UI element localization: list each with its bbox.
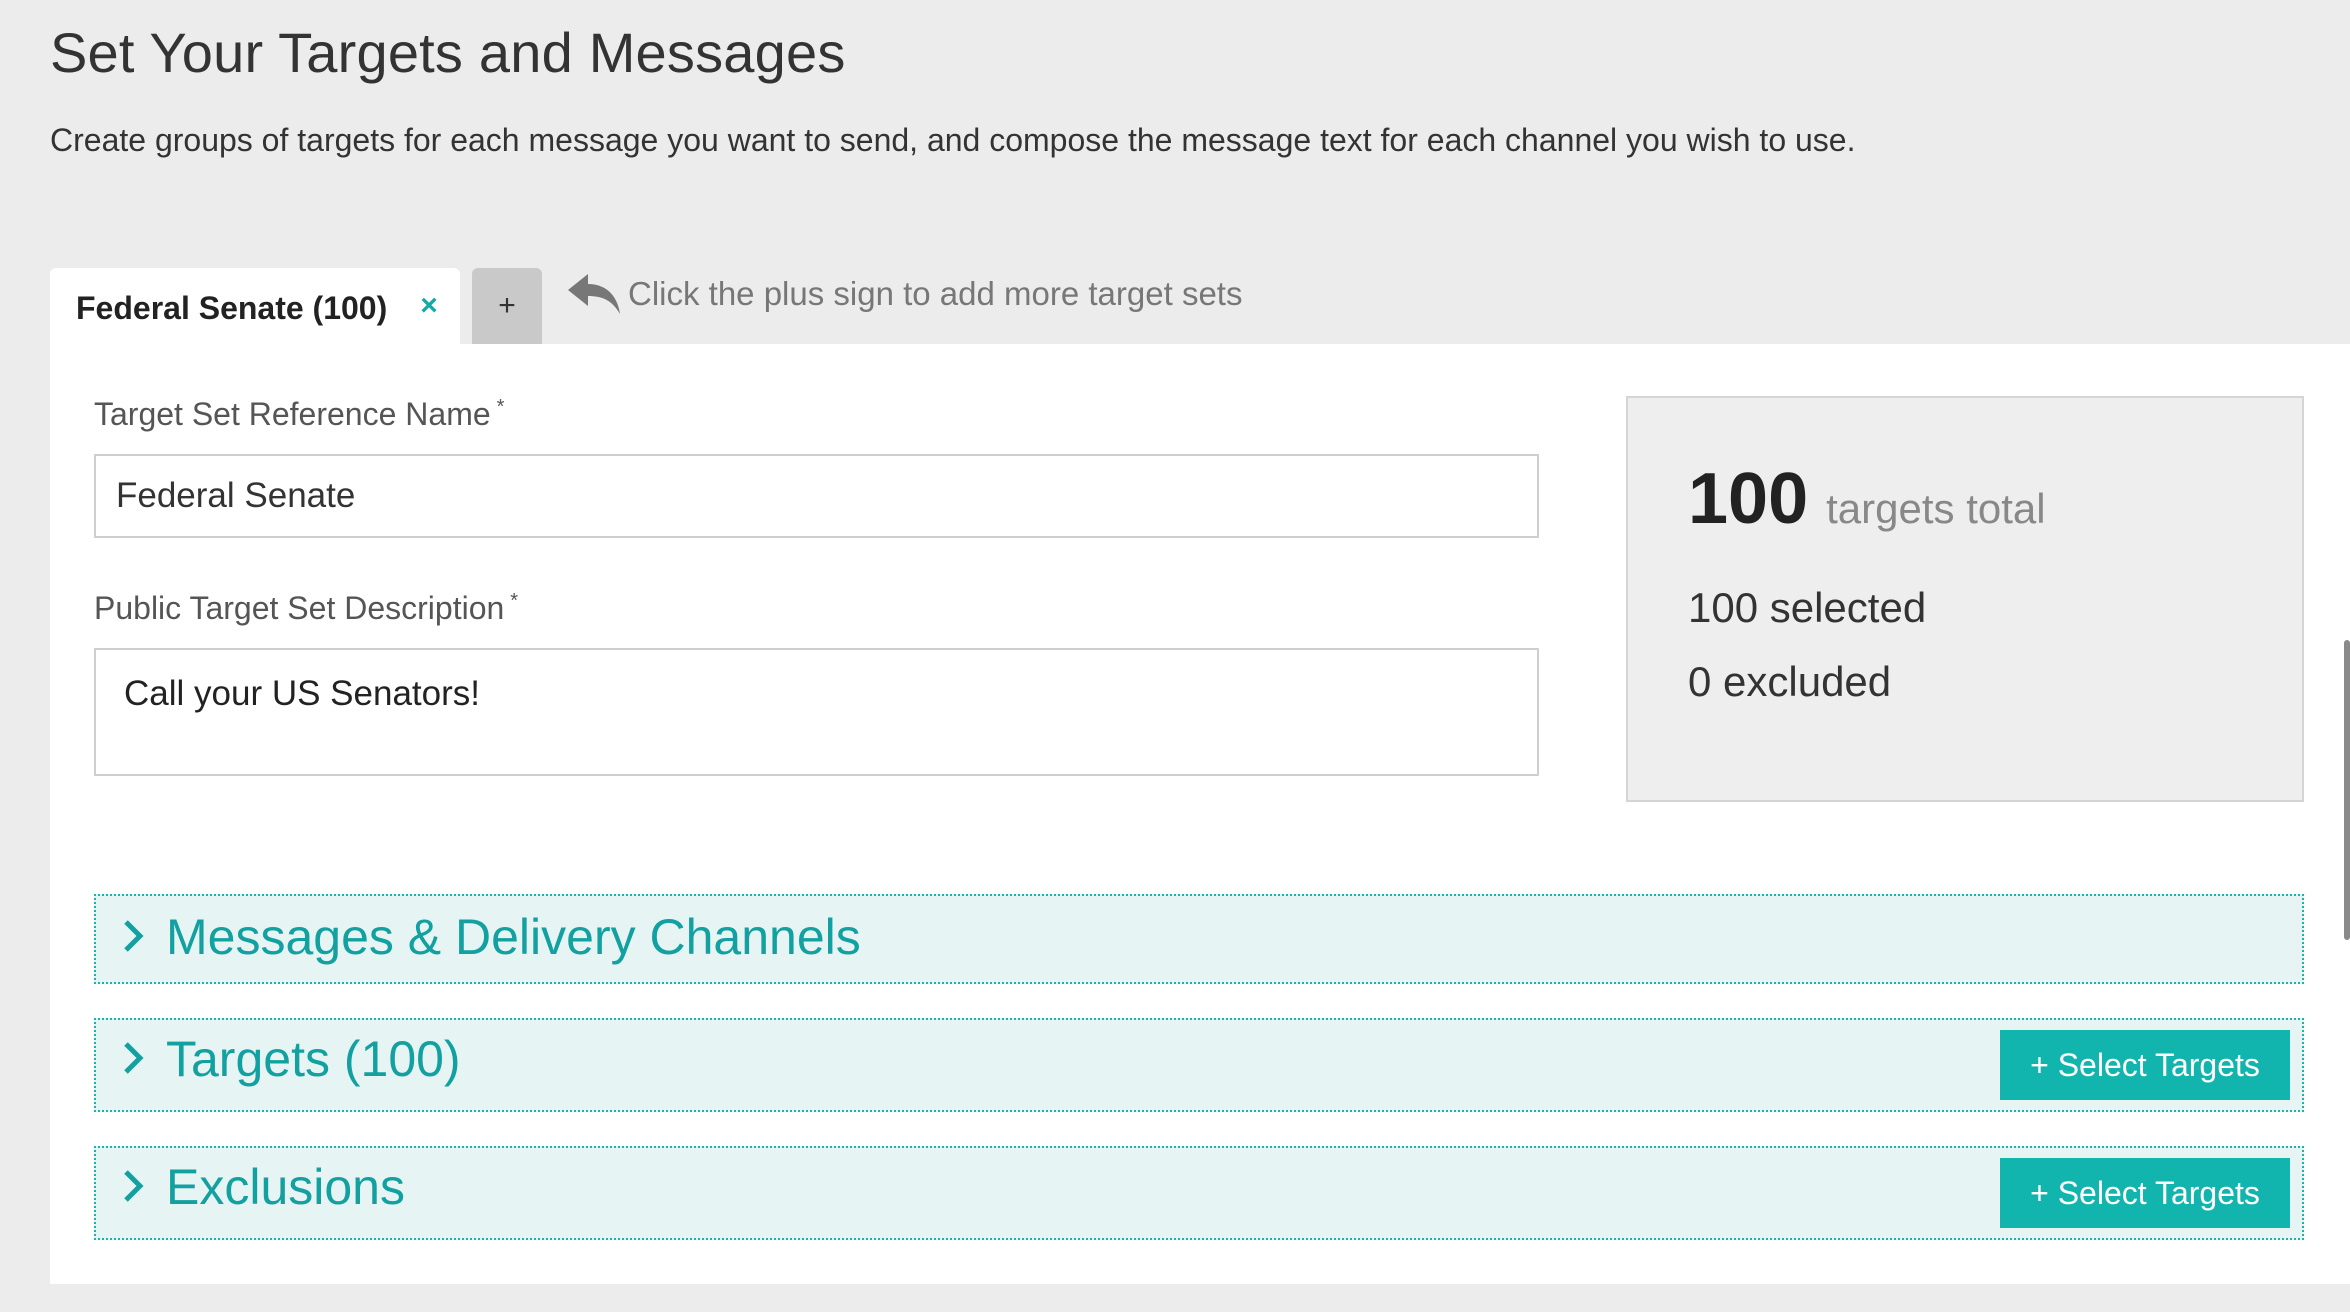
section-messages-delivery[interactable]: Messages & Delivery Channels	[94, 894, 2304, 984]
reference-name-input[interactable]: Federal Senate	[94, 454, 1539, 538]
section-title: Targets (100)	[166, 1031, 461, 1087]
page-title: Set Your Targets and Messages	[50, 21, 846, 84]
plus-icon: +	[498, 289, 516, 322]
section-exclusions[interactable]: Exclusions + Select Targets	[94, 1146, 2304, 1240]
description-value: Call your US Senators!	[124, 674, 480, 713]
targets-total-count: 100	[1688, 459, 1809, 539]
add-hint: Click the plus sign to add more target s…	[564, 270, 1242, 318]
tab-label: Federal Senate (100)	[76, 290, 388, 326]
scrollbar-thumb[interactable]	[2344, 640, 2350, 940]
chevron-right-icon	[124, 920, 144, 952]
reply-arrow-icon	[568, 274, 620, 314]
description-label-text: Public Target Set Description	[94, 590, 505, 626]
targets-summary: 100 targets total 100 selected 0 exclude…	[1626, 396, 2304, 802]
add-target-set-button[interactable]: +	[472, 268, 542, 344]
hint-text: Click the plus sign to add more target s…	[628, 275, 1243, 312]
targets-total-label: targets total	[1826, 485, 2046, 532]
reference-name-value: Federal Senate	[116, 476, 356, 515]
chevron-right-icon	[124, 1042, 144, 1074]
page-subtitle: Create groups of targets for each messag…	[50, 122, 1856, 158]
close-icon[interactable]: ×	[414, 288, 444, 324]
reference-name-label: Target Set Reference Name *	[94, 396, 504, 433]
description-label: Public Target Set Description *	[94, 590, 518, 627]
section-title: Messages & Delivery Channels	[166, 909, 861, 965]
excluded-count: 0 excluded	[1688, 658, 1892, 705]
section-title: Exclusions	[166, 1159, 405, 1215]
tab-federal-senate[interactable]: Federal Senate (100) ×	[50, 268, 460, 344]
chevron-right-icon	[124, 1170, 144, 1202]
section-targets[interactable]: Targets (100) + Select Targets	[94, 1018, 2304, 1112]
required-mark: *	[496, 396, 505, 419]
page: Set Your Targets and Messages Create gro…	[0, 0, 2350, 1312]
select-exclusions-button[interactable]: + Select Targets	[2000, 1158, 2290, 1228]
targets-total: 100 targets total	[1688, 458, 2046, 540]
description-textarea[interactable]: Call your US Senators!	[94, 648, 1539, 776]
selected-count: 100 selected	[1688, 584, 1927, 631]
select-targets-button[interactable]: + Select Targets	[2000, 1030, 2290, 1100]
reference-name-label-text: Target Set Reference Name	[94, 396, 491, 432]
required-mark: *	[510, 590, 519, 613]
